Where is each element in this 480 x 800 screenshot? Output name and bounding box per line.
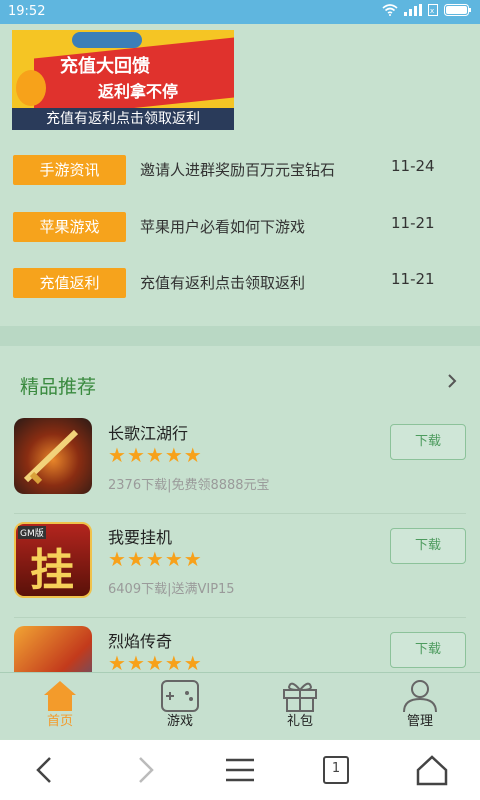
home-icon [44, 681, 76, 711]
back-icon[interactable] [26, 752, 66, 788]
tab-label: 礼包 [286, 714, 313, 729]
tab-label: 首页 [46, 714, 73, 729]
status-bar: 19:52 x [0, 0, 480, 24]
tab-count: 1 [331, 761, 341, 776]
chevron-right-icon[interactable] [446, 372, 458, 395]
news-item[interactable]: 充值返利 充值有返利点击领取返利 11-21 [0, 268, 480, 302]
star-icon: ★ [183, 651, 202, 672]
star-icon: ★ [183, 547, 202, 571]
battery-icon [444, 4, 471, 16]
signal-icon [404, 4, 422, 16]
tab-label: 管理 [406, 714, 433, 729]
star-icon: ★ [145, 443, 164, 467]
app-desc: 2376下载|免费领8888元宝 [108, 478, 270, 493]
star-icon: ★ [145, 547, 164, 571]
rating-stars: ★ ★ ★ ★ ★ [108, 549, 202, 569]
app-list-item[interactable]: 长歌江湖行 ★ ★ ★ ★ ★ 2376下载|免费领8888元宝 下载 [0, 410, 480, 514]
app-icon-guaji[interactable]: GM版 挂 [14, 522, 92, 598]
app-name[interactable]: 烈焰传奇 [108, 628, 172, 652]
status-icons: x [382, 4, 472, 16]
tab-manage[interactable]: 管理 [380, 679, 460, 735]
banner-caption: 充值有返利点击领取返利 [12, 108, 234, 130]
rating-stars: ★ ★ ★ ★ ★ [108, 653, 202, 672]
wifi-icon [382, 4, 398, 16]
download-button[interactable]: 下载 [390, 528, 466, 564]
star-icon: ★ [145, 651, 164, 672]
rating-stars: ★ ★ ★ ★ ★ [108, 445, 202, 465]
star-icon: ★ [108, 547, 126, 571]
gift-icon [283, 682, 317, 712]
sword-icon [23, 429, 79, 485]
news-date: 11-21 [391, 214, 435, 232]
featured-section-title: 精品推荐 [20, 376, 97, 398]
jet-illustration-icon [72, 32, 142, 48]
tabs-icon[interactable]: 1 [316, 752, 356, 788]
app-icon-changge[interactable] [14, 418, 92, 494]
news-title[interactable]: 充值有返利点击领取返利 [140, 272, 305, 293]
tab-label: 游戏 [166, 714, 193, 729]
news-item[interactable]: 苹果游戏 苹果用户必看如何下游戏 11-21 [0, 212, 480, 246]
tab-home[interactable]: 首页 [20, 679, 100, 735]
sim-icon: x [428, 4, 438, 16]
user-icon [403, 680, 437, 713]
app-desc: 6409下载|送满VIP15 [108, 582, 235, 597]
download-button[interactable]: 下载 [390, 424, 466, 460]
app-icon-glyph: 挂 [30, 545, 74, 596]
app-icon-lieyan[interactable] [14, 626, 92, 672]
svg-text:x: x [430, 7, 434, 15]
news-item[interactable]: 手游资讯 邀请人进群奖励百万元宝钻石 11-24 [0, 155, 480, 189]
menu-icon[interactable] [220, 752, 260, 788]
star-icon: ★ [126, 547, 145, 571]
download-button[interactable]: 下载 [390, 632, 466, 668]
news-tag[interactable]: 苹果游戏 [13, 212, 126, 242]
tab-games[interactable]: 游戏 [140, 679, 220, 735]
forward-icon[interactable] [124, 752, 164, 788]
star-icon: ★ [164, 651, 183, 672]
section-divider [0, 326, 480, 346]
app-list-item[interactable]: 烈焰传奇 ★ ★ ★ ★ ★ 下载 [0, 618, 480, 672]
news-tag[interactable]: 充值返利 [13, 268, 126, 298]
news-title[interactable]: 邀请人进群奖励百万元宝钻石 [140, 159, 335, 180]
tab-gifts[interactable]: 礼包 [260, 679, 340, 735]
promo-banner[interactable]: 充值大回馈 返利拿不停 充值有返利点击领取返利 [12, 30, 234, 130]
bottom-tab-bar: 首页 游戏 礼包 管理 [0, 672, 480, 739]
star-icon: ★ [108, 651, 126, 672]
app-name[interactable]: 我要挂机 [108, 524, 172, 548]
browser-nav-bar: 1 [0, 740, 480, 800]
banner-headline-2: 返利拿不停 [98, 82, 179, 101]
news-title[interactable]: 苹果用户必看如何下游戏 [140, 216, 305, 237]
home-icon[interactable] [412, 752, 452, 788]
star-icon: ★ [126, 443, 145, 467]
status-time: 19:52 [8, 4, 46, 19]
news-date: 11-21 [391, 270, 435, 288]
star-icon: ★ [164, 547, 183, 571]
banner-headline-1: 充值大回馈 [60, 56, 150, 77]
star-icon: ★ [183, 443, 202, 467]
app-list-item[interactable]: GM版 挂 我要挂机 ★ ★ ★ ★ ★ 6409下载|送满VIP15 下载 [0, 514, 480, 618]
news-date: 11-24 [391, 157, 435, 175]
app-name[interactable]: 长歌江湖行 [108, 420, 188, 444]
gamepad-icon [161, 680, 199, 712]
star-icon: ★ [164, 443, 183, 467]
news-tag[interactable]: 手游资讯 [13, 155, 126, 185]
mascot-illustration-icon [16, 70, 46, 106]
star-icon: ★ [126, 651, 145, 672]
star-icon: ★ [108, 443, 126, 467]
